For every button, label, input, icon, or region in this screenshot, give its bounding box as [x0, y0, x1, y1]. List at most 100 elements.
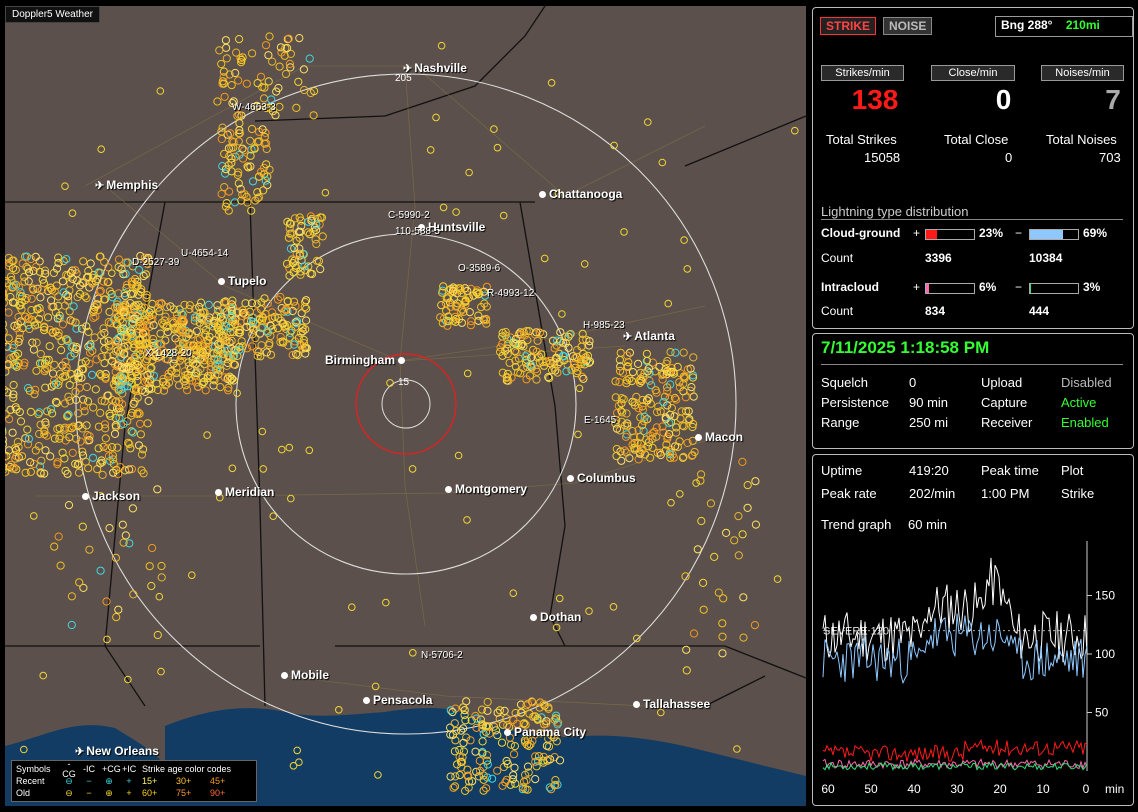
strike-marker — [644, 118, 652, 126]
noises-per-min-value: 7 — [1105, 84, 1121, 115]
city-dothan: Dothan — [530, 610, 581, 624]
city-new-orleans: ✈ New Orleans — [75, 744, 159, 758]
strike-marker — [222, 43, 231, 52]
strike-marker — [493, 143, 502, 152]
strike-marker — [269, 512, 278, 521]
legend-pos-cg-header: +CG — [102, 764, 121, 774]
ic-plus-sign: + — [913, 280, 921, 294]
strike-marker — [215, 46, 224, 55]
trend-info-cell: Uptime — [821, 463, 863, 478]
strike-marker — [86, 259, 95, 268]
strike-marker — [730, 536, 739, 545]
city-name: Macon — [705, 430, 744, 444]
strike-marker — [733, 745, 741, 753]
strike-marker — [41, 446, 50, 455]
status-divider — [821, 364, 1123, 365]
storm-cell-label[interactable]: R-4993-12 — [487, 288, 534, 299]
trend-info-cell[interactable]: Plot — [1061, 463, 1083, 478]
strike-marker — [203, 431, 211, 439]
strike-marker — [743, 503, 752, 512]
total-noises-label: Total Noises — [1046, 132, 1117, 147]
strike-marker — [266, 350, 276, 359]
storm-cell-label[interactable]: N-5706-2 — [421, 650, 463, 661]
legend-age-header: Strike age color codes — [142, 764, 232, 774]
storm-cell-label[interactable]: X-1428-20 — [145, 348, 192, 359]
strike-marker — [275, 62, 284, 71]
strike-marker — [226, 129, 235, 138]
strike-marker — [58, 320, 68, 329]
strike-marker — [292, 236, 301, 245]
range-value: 210mi — [1065, 18, 1100, 32]
total-close-value: 0 — [1005, 150, 1013, 165]
strike-marker — [680, 236, 688, 244]
strike-marker — [61, 182, 69, 190]
strike-marker — [718, 619, 727, 628]
x-tick-label: 40 — [907, 782, 921, 796]
strike-marker — [642, 349, 652, 358]
city-dot-icon — [445, 486, 452, 494]
trend-info-cell: Peak time — [981, 463, 1039, 478]
city-dot-icon — [633, 701, 640, 709]
pos-cg-recent-icon: ⊕ — [105, 775, 113, 786]
strike-marker — [371, 682, 380, 691]
storm-cell-label[interactable]: E-1645 — [584, 415, 616, 426]
strike-marker — [452, 208, 460, 216]
strike-marker — [579, 374, 588, 383]
strike-marker — [645, 376, 654, 385]
airport-icon: ✈ — [623, 331, 633, 343]
city-chattanooga: Chattanooga — [539, 187, 622, 201]
city-name: Birmingham — [325, 353, 396, 367]
strike-marker — [619, 395, 628, 404]
strike-marker — [258, 427, 267, 436]
storm-cell-label[interactable]: H-985-23 — [583, 320, 625, 331]
strike-marker — [46, 452, 55, 461]
trend-graph-window[interactable]: 60 min — [908, 517, 947, 532]
storm-cell-label[interactable]: D-2527-39 — [132, 257, 179, 268]
city-birmingham: Birmingham — [325, 353, 408, 367]
trend-info-cell: 1:00 PM — [981, 486, 1030, 501]
strike-marker — [311, 235, 320, 244]
strike-marker — [465, 168, 473, 177]
strike-marker — [463, 369, 472, 378]
strike-marker — [751, 477, 760, 486]
city-atlanta: ✈ Atlanta — [623, 329, 675, 343]
pos-ic-recent-icon: + — [126, 776, 132, 786]
trend-graph: 20015010050SEVERE 1206050403020100min — [821, 541, 1124, 796]
city-dot-icon — [567, 475, 574, 483]
storm-cell-label[interactable]: O-3589-6 — [458, 263, 500, 274]
strike-button[interactable]: STRIKE — [820, 17, 877, 35]
strike-marker — [141, 270, 150, 279]
storm-cell-label[interactable]: W-4663-3 — [232, 102, 276, 113]
strike-marker — [139, 271, 148, 281]
strike-marker — [41, 383, 50, 392]
noise-button[interactable]: NOISE — [883, 17, 933, 35]
strike-marker — [666, 348, 675, 357]
strike-marker — [79, 257, 88, 266]
city-dot-icon — [504, 729, 511, 737]
strike-marker — [75, 383, 84, 392]
highway — [84, 65, 706, 197]
strike-marker — [235, 34, 244, 44]
storm-cell-label[interactable]: U-4654-14 — [181, 248, 228, 259]
state-border — [254, 6, 546, 122]
status-cell: Disabled — [1061, 375, 1112, 390]
strike-marker — [85, 545, 94, 554]
strike-marker — [509, 589, 518, 598]
storm-cell-label[interactable]: 110-588-5 — [395, 226, 440, 237]
strike-marker — [153, 630, 162, 640]
trend-info-cell[interactable]: Strike — [1061, 486, 1094, 501]
strike-marker — [23, 425, 32, 434]
storm-cell-label[interactable]: C-5990-2 — [388, 210, 430, 221]
lightning-map[interactable]: Doppler5 Weather ✈ Nashville ✈ Memphis Chatt… — [5, 6, 806, 806]
strike-marker — [221, 36, 230, 45]
strike-marker — [268, 57, 277, 66]
strike-marker — [147, 581, 156, 591]
bearing-value: Bng 288° — [1001, 18, 1053, 32]
strike-marker — [68, 209, 77, 217]
strike-marker — [89, 403, 98, 412]
strike-marker — [100, 257, 109, 266]
status-cell: Receiver — [981, 415, 1033, 430]
ic-positive-bar — [925, 283, 975, 294]
strike-marker — [547, 79, 556, 87]
strike-marker — [714, 588, 723, 597]
